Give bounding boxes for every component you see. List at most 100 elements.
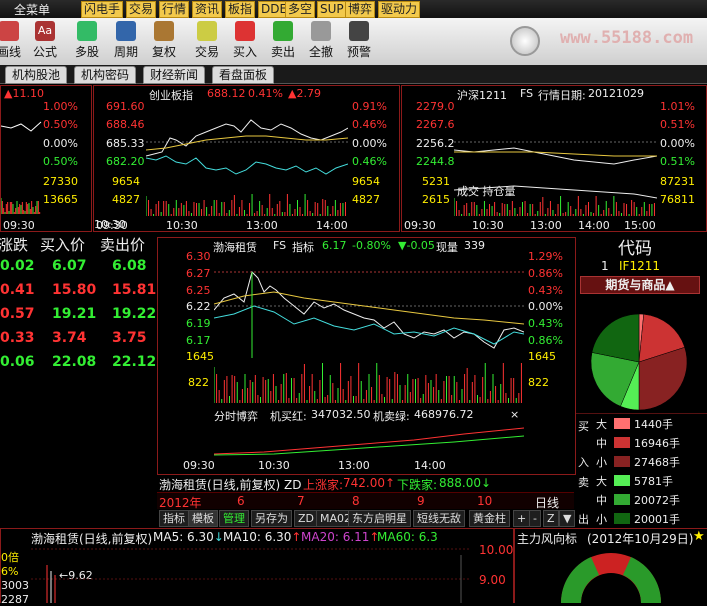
menu-item-10[interactable]: 驱动力	[378, 1, 421, 18]
stock-intraday-chart[interactable]: 渤海租赁 FS 指标 6.17 -0.80% ▼-0.05 现量 339 6.3…	[157, 237, 576, 475]
period-icon	[116, 21, 136, 41]
cancel-all-button[interactable]: 全撤	[302, 20, 340, 63]
hs-lt-6: 2615	[422, 193, 450, 206]
month-9: 9	[417, 494, 425, 508]
month-row: 2012年 6 7 8 9 10 日线	[157, 492, 574, 510]
down-value: 888.00↓	[439, 476, 492, 490]
quote-row[interactable]: 0.33 3.74 3.75	[0, 330, 157, 348]
tab-z[interactable]: Z	[543, 510, 559, 527]
hs-lt-1: 2279.0	[416, 100, 455, 113]
flow-row: 中 20072手	[596, 492, 706, 508]
menu-item-3[interactable]: 行情	[159, 1, 190, 18]
flow-out-label: 出	[578, 513, 589, 526]
tab-dxwd[interactable]: 短线无敌	[413, 510, 465, 527]
main-force-date: (2012年10月29日)	[587, 532, 694, 546]
cc-time-2: 10:30	[258, 459, 290, 472]
cyb-index-chart[interactable]: 创业板指 688.12 0.41% ▲2.79 691.60 688.46 68…	[93, 85, 400, 232]
menu-item-8[interactable]: SUP	[317, 1, 347, 18]
tab-watch-panel[interactable]: 看盘面板	[212, 66, 275, 84]
quote-bid: 15.80	[52, 282, 97, 298]
period-button[interactable]: 周期	[107, 20, 145, 63]
tab-dfqmx[interactable]: 东方启明星	[348, 510, 411, 527]
menu-item-7[interactable]: 多空	[285, 1, 316, 18]
category-dropdown[interactable]: 期货与商品▲	[580, 276, 700, 294]
cc-time-3: 13:00	[338, 459, 370, 472]
cyb-lt-1: 691.60	[106, 100, 145, 113]
quote-bid: 19.21	[52, 306, 97, 322]
main-force-title: 主力风向标	[517, 532, 578, 546]
cc-rt-1: 1.29%	[528, 250, 563, 263]
hs-rt-1: 1.01%	[660, 100, 695, 113]
flow-row: 小 20001手	[596, 511, 706, 527]
hs-lt-5: 5231	[422, 175, 450, 188]
main-force-panel: 主力风向标 (2012年10月29日) ★	[514, 528, 707, 603]
quote-row[interactable]: 0.06 22.08 22.12	[0, 354, 157, 372]
left-mini-chart[interactable]: ▲11.10 1.00% 0.50% 0.00% 0.50% 27330 136…	[0, 85, 92, 232]
menu-item-5[interactable]: 板指	[225, 1, 256, 18]
news-tab-bar: 机构股池 机构密码 财经新闻 看盘面板	[0, 65, 707, 84]
menu-item-4[interactable]: 资讯	[192, 1, 223, 18]
daily-chart[interactable]: 渤海租赁(日线,前复权) MA5: 6.30↓ MA10: 6.30↑ MA20…	[0, 528, 514, 606]
menu-item-9[interactable]: 博弈	[345, 1, 376, 18]
tab-institution-pool[interactable]: 机构股池	[5, 66, 68, 84]
hs-time-2: 10:30	[472, 219, 504, 232]
daily-misc-4: 2287	[1, 593, 29, 606]
tab-template[interactable]: 模板	[188, 510, 218, 527]
quote-change: 0.41	[0, 282, 35, 298]
code-num: 1	[601, 259, 609, 273]
hs-intraday-lines	[454, 141, 657, 216]
adjust-button[interactable]: 复权	[145, 20, 183, 63]
flow-row: 大 5781手	[596, 473, 706, 489]
flow-swatch	[614, 456, 630, 467]
draw-icon	[0, 21, 19, 41]
tab-add[interactable]: +	[513, 510, 531, 527]
quote-row[interactable]: 0.41 15.80 15.81	[0, 282, 157, 300]
quote-row[interactable]: 0.02 6.07 6.08	[0, 258, 157, 276]
flow-size: 大	[596, 418, 607, 431]
cyb-rt-5: 9654	[352, 175, 380, 188]
game-lines	[214, 427, 524, 456]
alert-button[interactable]: 预警	[340, 20, 378, 63]
draw-line-button[interactable]: 画线	[0, 20, 28, 63]
tab-save-as[interactable]: 另存为	[251, 510, 292, 527]
col-header-ask: 卖出价	[100, 236, 146, 254]
tab-indicator[interactable]: 指标	[159, 510, 189, 527]
tab-down-icon[interactable]: ▼	[559, 510, 576, 527]
tab-finance-news[interactable]: 财经新闻	[143, 66, 206, 84]
tab-hjz[interactable]: 黄金柱	[469, 510, 510, 527]
hs-time-3: 13:00	[530, 219, 562, 232]
cancel-icon	[311, 21, 331, 41]
hs300-futures-chart[interactable]: 沪深1211 FS 行情日期: 20121029 2279.0 2267.6 2…	[401, 85, 707, 232]
cyb-lt-5: 9654	[112, 175, 140, 188]
tab-manage[interactable]: 管理	[219, 510, 249, 527]
cyb-intraday-lines	[146, 119, 348, 216]
sell-button[interactable]: 卖出	[264, 20, 302, 63]
close-subchart-icon[interactable]: ×	[510, 408, 519, 421]
quote-change: 0.02	[0, 258, 35, 274]
tab-institution-code[interactable]: 机构密码	[74, 66, 137, 84]
multi-stock-button[interactable]: 多股	[68, 20, 106, 63]
code-value[interactable]: IF1211	[619, 259, 660, 273]
quote-bid: 6.07	[52, 258, 87, 274]
hs-rt-2: 0.51%	[660, 118, 695, 131]
cyb-rt-6: 4827	[352, 193, 380, 206]
menu-item-2[interactable]: 交易	[126, 1, 157, 18]
star-icon[interactable]: ★	[693, 529, 705, 544]
cc-rt-7: 1645	[528, 350, 556, 363]
flow-sell-label: 卖	[578, 476, 589, 489]
sell-icon	[273, 21, 293, 41]
menu-item-1[interactable]: 闪电手	[81, 1, 124, 18]
main-menu[interactable]: 全菜单	[14, 1, 50, 18]
quote-row[interactable]: 0.57 19.21 19.22	[0, 306, 157, 324]
trade-button[interactable]: 交易	[188, 20, 226, 63]
tab-zd[interactable]: ZD	[294, 510, 319, 527]
flow-pie-chart	[590, 313, 688, 411]
flow-table: 买 入 卖 出 大 1440手中 16946手小 27468手大 5781手中 20072…	[576, 413, 707, 527]
formula-button[interactable]: Aa 公式	[26, 20, 64, 63]
buy-button[interactable]: 买入	[226, 20, 264, 63]
tab-minus[interactable]: -	[529, 510, 541, 527]
cyb-time-4: 14:00	[316, 219, 348, 232]
flow-swatch	[614, 437, 630, 448]
logo-icon	[510, 26, 540, 56]
multi-stock-icon	[77, 21, 97, 41]
